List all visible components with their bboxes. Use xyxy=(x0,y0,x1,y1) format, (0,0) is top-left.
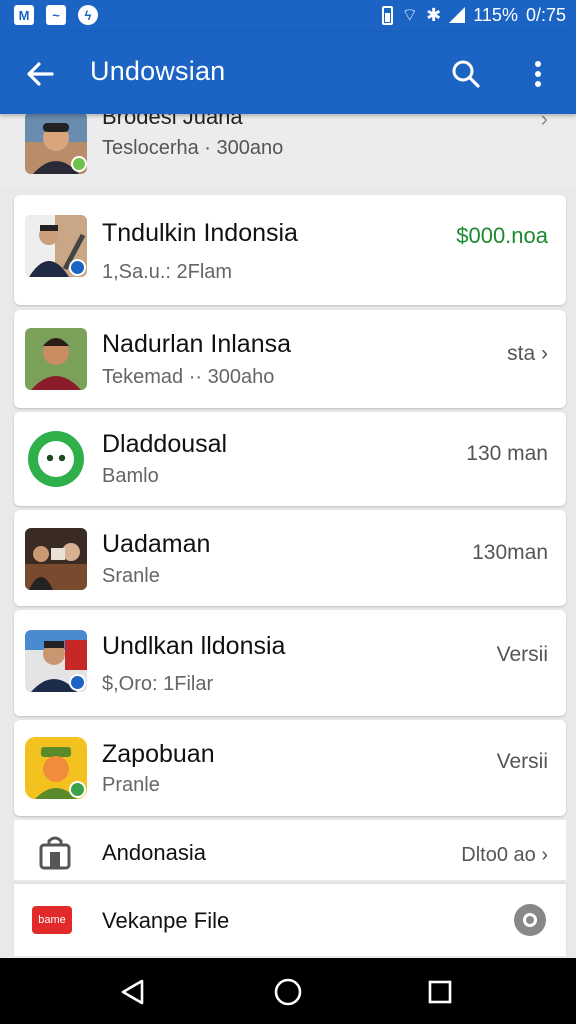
list-item-title: Tndulkin Indonsia xyxy=(102,219,298,247)
list-item-title: Undlkan lldonsia xyxy=(102,632,286,660)
list-item-meta: 130man xyxy=(472,541,548,564)
app-card[interactable]: Dladdousal Bamlo 130 man xyxy=(14,412,566,506)
list-item-subtitle: Bamlo xyxy=(102,465,159,487)
list-item-title: Nadurlan Inlansa xyxy=(102,330,292,358)
status-badge-icon xyxy=(69,781,86,798)
list-item-subtitle: Pranle xyxy=(102,774,160,796)
nav-home-button[interactable] xyxy=(268,972,308,1012)
app-card[interactable]: Undlkan lldonsia $,Oro: 1Filar Versii xyxy=(14,610,566,716)
messenger-notification-icon: ϟ xyxy=(78,5,98,25)
list-item-subtitle: 1,Sa.u.: 2Flam xyxy=(102,261,233,283)
more-vert-icon xyxy=(535,61,541,87)
home-circle-icon xyxy=(274,978,302,1006)
nav-back-button[interactable] xyxy=(113,972,153,1012)
back-button[interactable] xyxy=(20,54,60,94)
file-app-icon: bame xyxy=(32,906,72,934)
app-card[interactable]: Zapobuan Pranle Versii xyxy=(14,720,566,816)
nav-recents-button[interactable] xyxy=(420,972,460,1012)
app-card[interactable]: Uadaman Sranle 130man xyxy=(14,510,566,606)
avatar xyxy=(25,215,87,277)
wifi-icon: ⌔ xyxy=(401,5,419,25)
list-item-meta: Versii xyxy=(496,643,548,666)
list-item-meta: 130 man xyxy=(466,442,548,465)
list-row[interactable]: bame Vekanpe File xyxy=(14,884,566,956)
list-row[interactable]: Andonasia Dlto0 ao › xyxy=(14,820,566,880)
avatar xyxy=(25,528,87,590)
status-bar: M ~ ϟ ⌔ ✱ 115% 0/:75 xyxy=(0,0,576,32)
app-bar: Undowsian xyxy=(0,32,576,114)
back-arrow-icon xyxy=(27,62,54,86)
list-row-title: Andonasia xyxy=(102,840,206,865)
list-item-title: Zapobuan xyxy=(102,740,215,768)
photos-notification-icon: ~ xyxy=(46,5,66,25)
list-item[interactable]: Brodesi Juana Teslocerha · 300ano › xyxy=(0,104,576,186)
avatar xyxy=(25,112,87,174)
verified-badge-icon xyxy=(69,674,86,691)
avatar xyxy=(25,630,87,692)
list-item-subtitle: Tekemad ·· 300aho xyxy=(102,366,275,388)
list-item-subtitle: Sranle xyxy=(102,565,160,587)
list-item-meta: Versii xyxy=(496,750,548,773)
battery-level: 115% xyxy=(473,4,518,25)
page-title: Undowsian xyxy=(90,56,226,86)
search-icon xyxy=(452,60,480,88)
list-row-title: Vekanpe File xyxy=(102,908,230,933)
search-button[interactable] xyxy=(446,54,486,94)
list-item-subtitle: Teslocerha · 300ano xyxy=(102,137,284,159)
more-options-button[interactable] xyxy=(518,54,558,94)
avatar xyxy=(25,328,87,390)
gmail-notification-icon: M xyxy=(14,5,34,25)
clock: 0/:75 xyxy=(525,4,566,25)
background-list: Brodesi Juana Teslocerha · 300ano › xyxy=(0,104,576,186)
back-triangle-icon xyxy=(121,979,144,1005)
battery-saver-icon xyxy=(382,5,394,25)
signal-icon xyxy=(449,7,466,23)
verified-badge-icon xyxy=(69,259,86,276)
app-icon xyxy=(25,737,87,799)
list-item-title: Dladdousal xyxy=(102,430,228,458)
list-item-meta: sta › xyxy=(507,342,548,365)
shopping-bag-icon xyxy=(38,834,72,875)
list-item-subtitle: $,Oro: 1Filar xyxy=(102,673,214,695)
record-icon xyxy=(523,913,537,927)
system-nav-bar xyxy=(0,958,576,1024)
list-row-meta: Dlto0 ao › xyxy=(461,844,548,866)
app-card[interactable]: Nadurlan Inlansa Tekemad ·· 300aho sta › xyxy=(14,310,566,408)
recents-square-icon xyxy=(428,980,452,1004)
list-item-title: Uadaman xyxy=(102,530,211,558)
app-icon xyxy=(25,428,87,490)
record-button[interactable] xyxy=(514,904,546,936)
bluetooth-icon: ✱ xyxy=(426,5,442,25)
price-label: $000.noa xyxy=(456,223,548,248)
app-card[interactable]: Tndulkin Indonsia 1,Sa.u.: 2Flam $000.no… xyxy=(14,195,566,305)
